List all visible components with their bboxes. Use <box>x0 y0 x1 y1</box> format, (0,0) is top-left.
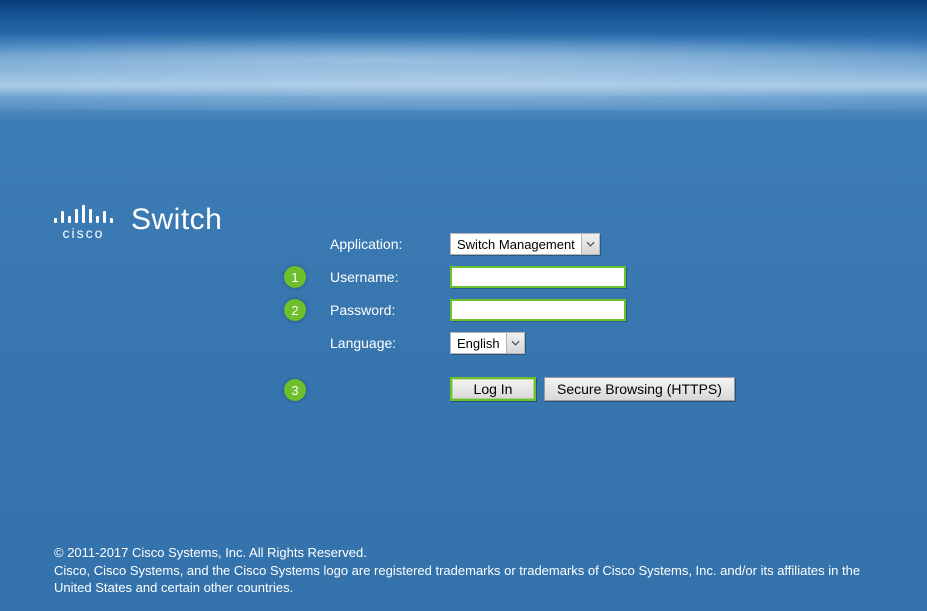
footer: © 2011-2017 Cisco Systems, Inc. All Righ… <box>54 544 873 597</box>
cisco-bars-icon <box>54 203 113 223</box>
cisco-wordmark: cisco <box>54 225 113 241</box>
application-label: Application: <box>330 236 450 252</box>
application-select[interactable]: Switch Management <box>450 233 600 255</box>
trademark-line: Cisco, Cisco Systems, and the Cisco Syst… <box>54 562 873 597</box>
step-badge-1: 1 <box>284 266 306 288</box>
language-select-value: English <box>457 336 506 351</box>
step-badge-3: 3 <box>284 379 306 401</box>
password-input[interactable] <box>450 299 626 321</box>
login-form: Application: Switch Management 1 Usernam… <box>280 232 735 401</box>
button-row: 3 Log In Secure Browsing (HTTPS) <box>450 377 735 401</box>
username-input[interactable] <box>450 266 626 288</box>
header: cisco Switch <box>54 203 222 241</box>
password-label: Password: <box>330 302 450 318</box>
step-badge-2: 2 <box>284 299 306 321</box>
language-label: Language: <box>330 335 450 351</box>
login-button[interactable]: Log In <box>450 377 536 401</box>
chevron-down-icon <box>581 234 599 254</box>
username-label: Username: <box>330 269 450 285</box>
copyright-line: © 2011-2017 Cisco Systems, Inc. All Righ… <box>54 544 873 562</box>
application-select-value: Switch Management <box>457 237 581 252</box>
application-row: Application: Switch Management <box>280 232 735 256</box>
secure-browsing-button[interactable]: Secure Browsing (HTTPS) <box>544 377 735 401</box>
cisco-logo: cisco <box>54 203 113 241</box>
language-select[interactable]: English <box>450 332 525 354</box>
password-row: 2 Password: <box>280 298 735 322</box>
page-title: Switch <box>131 203 222 237</box>
username-row: 1 Username: <box>280 265 735 289</box>
chevron-down-icon <box>506 333 524 353</box>
language-row: Language: English <box>280 331 735 355</box>
background-wave <box>0 0 927 110</box>
